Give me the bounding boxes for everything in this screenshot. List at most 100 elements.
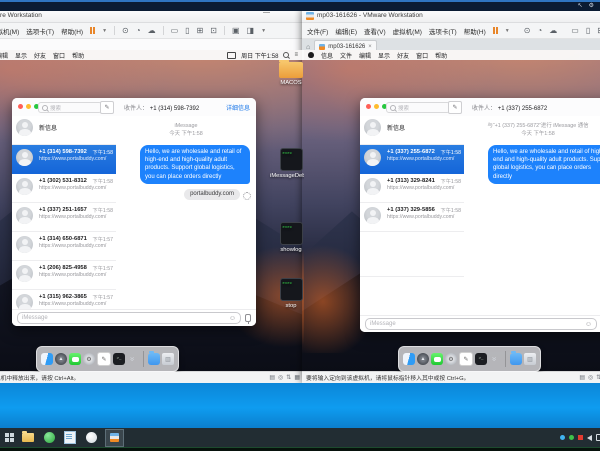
vm-display-left[interactable]: 编辑 显示 好友 窗口 帮助 周日 下午1:58 ≡ MACOS iMessag… — [0, 50, 304, 372]
snapshot-icon[interactable]: ◔ — [537, 26, 542, 35]
minimize-traffic-light[interactable] — [26, 104, 31, 109]
menu-help[interactable]: 帮助(H) — [61, 26, 83, 36]
single-window-icon[interactable]: ▯ — [586, 26, 590, 35]
menu-tabs[interactable]: 选项卡(T) — [26, 26, 54, 36]
menu-view[interactable]: 查看(V) — [364, 26, 386, 36]
green-app-icon[interactable] — [42, 431, 56, 445]
compose-button[interactable]: ✎ — [100, 101, 114, 114]
menu-vm[interactable]: 虚拟机(M) — [0, 26, 19, 36]
emoji-icon[interactable]: ☺ — [585, 321, 592, 328]
close-traffic-light[interactable] — [366, 104, 371, 109]
menu-messages[interactable]: 信息 — [321, 51, 333, 60]
conversation-row[interactable]: +1 (337) 329-5856 下午1:58 https://www.por… — [360, 203, 464, 232]
console-view-icon[interactable]: ▭ — [171, 26, 179, 35]
menu-edit[interactable]: 编辑 — [359, 51, 371, 60]
search-input[interactable]: 搜索 — [386, 102, 450, 113]
pause-dropdown-icon[interactable]: ▼ — [102, 28, 107, 34]
windows-desktop[interactable] — [0, 383, 600, 428]
cloud-icon[interactable]: ☁ — [549, 26, 557, 35]
textedit-icon[interactable]: ✎ — [97, 352, 111, 366]
close-traffic-light[interactable] — [18, 104, 23, 109]
apple-menu-icon[interactable] — [308, 52, 314, 58]
launchpad-icon[interactable]: ▲ — [55, 353, 67, 365]
unity-icon[interactable]: ⊡ — [210, 26, 217, 35]
conversation-row[interactable]: +1 (337) 255-6872 下午1:58 https://www.por… — [360, 145, 464, 174]
menu-file[interactable]: 文件(F) — [307, 26, 328, 36]
messages-icon[interactable] — [69, 353, 81, 365]
terminal-icon[interactable]: >_ — [475, 353, 487, 365]
cd-rom-icon[interactable]: ◎ — [588, 374, 593, 381]
vm-display-right[interactable]: 信息 文件 编辑 显示 好友 窗口 帮助 搜索 ✎ 收件人： +1 (337) … — [302, 50, 600, 372]
gear-icon[interactable]: ⚙ — [589, 3, 594, 10]
menu-view[interactable]: 显示 — [15, 51, 27, 60]
documents-app-icon[interactable] — [63, 431, 77, 445]
console-view-icon[interactable]: ▭ — [571, 26, 579, 35]
single-window-icon[interactable]: ▯ — [185, 26, 189, 35]
thumbnail-bar-icon[interactable]: ◨ — [247, 26, 255, 35]
network-icon[interactable]: ⇅ — [286, 374, 291, 381]
chat-tray-icon[interactable] — [596, 434, 600, 441]
minimize-traffic-light[interactable] — [374, 104, 379, 109]
power-icon[interactable]: ⊙ — [524, 26, 531, 35]
start-button[interactable] — [5, 433, 14, 442]
menu-help[interactable]: 帮助(H) — [464, 26, 486, 36]
link-preview-bubble[interactable]: portalbuddy.com — [184, 189, 240, 200]
white-app-icon[interactable] — [84, 431, 98, 445]
show-hide-arrow-icon[interactable]: » — [127, 353, 139, 365]
menu-view[interactable]: 显示 — [378, 51, 390, 60]
vmware-taskbar-icon-active[interactable] — [105, 429, 124, 447]
notification-center-icon[interactable]: ≡ — [294, 52, 298, 58]
window-titlebar[interactable]: VMware Workstation — — [0, 9, 304, 23]
pause-button[interactable] — [493, 27, 498, 34]
desktop-icon-macos[interactable]: MACOS — [269, 62, 304, 86]
show-hide-arrow-icon[interactable]: » — [489, 353, 501, 365]
trash-icon[interactable]: ▥ — [162, 353, 174, 365]
hard-disk-icon[interactable]: ▤ — [269, 374, 275, 381]
notification-icon[interactable] — [227, 52, 236, 59]
speaker-icon[interactable] — [587, 435, 592, 441]
downloads-folder-icon[interactable] — [148, 353, 160, 365]
conversation-row[interactable]: +1 (314) 650-6871 下午1:57 https://www.por… — [12, 232, 116, 261]
fullscreen-icon[interactable]: ⊞ — [197, 26, 204, 35]
message-input[interactable]: iMessage ☺ — [365, 318, 597, 330]
menu-edit[interactable]: 编辑 — [0, 51, 8, 60]
library-panel-icon[interactable]: ▣ — [232, 26, 240, 35]
new-message-row[interactable]: 新信息 — [12, 116, 116, 145]
compose-button[interactable]: ✎ — [448, 101, 462, 114]
cloud-icon[interactable]: ☁ — [148, 26, 156, 35]
green-tray-icon[interactable] — [569, 435, 574, 440]
search-input[interactable]: 搜索 — [38, 102, 102, 113]
menu-file[interactable]: 文件 — [340, 51, 352, 60]
conversation-row[interactable]: +1 (314) 598-7392 下午1:58 https://www.por… — [12, 145, 116, 174]
microphone-icon[interactable] — [245, 314, 251, 322]
finder-icon[interactable] — [403, 353, 415, 365]
desktop-icon-imessagedebug[interactable]: iMessageDebug — [269, 148, 304, 179]
usb-icon[interactable]: ▦ — [294, 374, 300, 381]
window-titlebar[interactable]: mp03-161626 - VMware Workstation — [302, 9, 600, 23]
file-explorer-icon[interactable] — [21, 431, 35, 445]
terminal-icon[interactable]: >_ — [113, 353, 125, 365]
conversation-row[interactable]: +1 (313) 329-8241 下午1:58 https://www.por… — [360, 174, 464, 203]
menu-help[interactable]: 帮助 — [72, 51, 84, 60]
pause-button[interactable] — [90, 27, 95, 34]
network-icon[interactable]: ⇅ — [596, 374, 600, 381]
red-tray-icon[interactable] — [578, 435, 583, 440]
menu-edit[interactable]: 编辑(E) — [335, 26, 357, 36]
menu-window[interactable]: 窗口 — [416, 51, 428, 60]
cursor-icon[interactable]: ↖ — [578, 3, 583, 10]
messages-icon[interactable] — [431, 353, 443, 365]
downloads-folder-icon[interactable] — [510, 353, 522, 365]
conversation-row[interactable]: +1 (337) 251-1657 下午1:58 https://www.por… — [12, 203, 116, 232]
spotlight-search-icon[interactable] — [283, 52, 289, 58]
finder-icon[interactable] — [41, 353, 53, 365]
desktop-icon-showlog[interactable]: showlog — [269, 222, 304, 253]
textedit-icon[interactable]: ✎ — [459, 352, 473, 366]
launchpad-icon[interactable]: ▲ — [417, 353, 429, 365]
snapshot-icon[interactable]: ◔ — [136, 26, 141, 35]
hard-disk-icon[interactable]: ▤ — [579, 374, 585, 381]
menu-buddies[interactable]: 好友 — [34, 51, 46, 60]
desktop-icon-stop[interactable]: stop — [269, 278, 304, 309]
details-link[interactable]: 详细信息 — [226, 103, 250, 112]
pause-dropdown-icon[interactable]: ▼ — [505, 28, 510, 34]
menu-help[interactable]: 帮助 — [435, 51, 447, 60]
